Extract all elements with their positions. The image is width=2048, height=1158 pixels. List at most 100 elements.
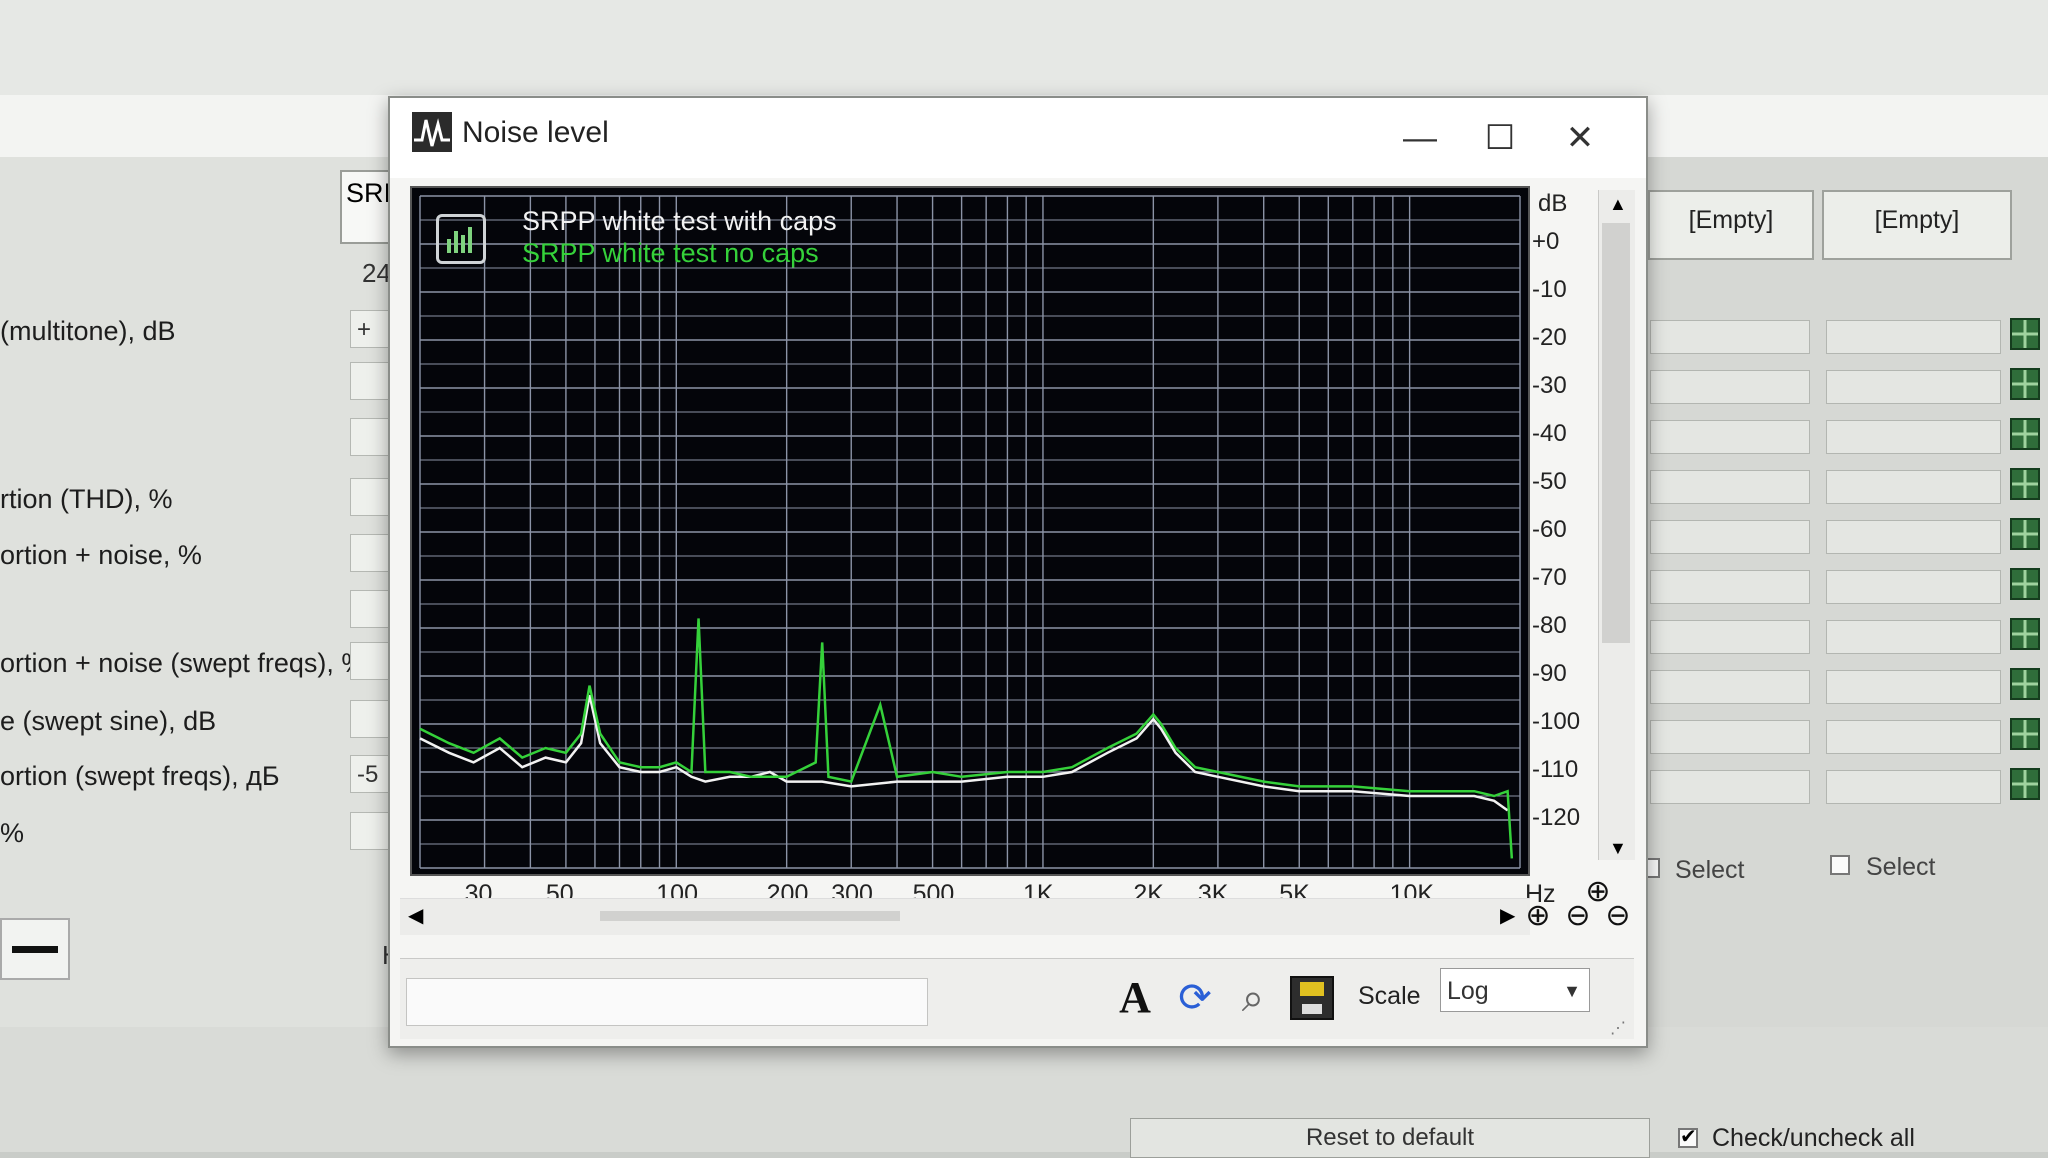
spectrum-legend-icon[interactable]: [436, 214, 486, 264]
check-all-checkbox[interactable]: ✔: [1678, 1126, 1698, 1148]
chevron-down-icon: ▼: [1563, 981, 1581, 1001]
y-tick-label: -90: [1532, 660, 1567, 687]
result-cell[interactable]: [1826, 720, 2001, 754]
scale-select-value: Log: [1447, 977, 1489, 1005]
y-tick-label: -60: [1532, 516, 1567, 543]
legend-series-2: SRPP white test no caps: [522, 238, 819, 268]
zoom-in-icon[interactable]: ⊕: [1520, 898, 1556, 934]
graph-button-icon[interactable]: [2010, 318, 2040, 350]
column-header-number: 24: [362, 258, 391, 288]
spectrum-plot[interactable]: SRPP white test with caps SRPP white tes…: [410, 186, 1530, 876]
result-cell[interactable]: [1650, 420, 1810, 454]
font-icon[interactable]: A: [1110, 973, 1160, 1023]
minimize-button[interactable]: —: [1390, 108, 1450, 168]
result-cell[interactable]: [1826, 420, 2001, 454]
y-axis-unit: dB: [1538, 190, 1568, 217]
waveform-icon: [412, 112, 452, 152]
y-tick-label: -120: [1532, 804, 1581, 831]
y-tick-label: -80: [1532, 612, 1567, 639]
result-cell[interactable]: [1650, 770, 1810, 804]
y-tick-label: +0: [1532, 228, 1560, 255]
result-cell[interactable]: [1826, 770, 2001, 804]
result-cell[interactable]: [1650, 470, 1810, 504]
scroll-up-icon[interactable]: ▲: [1609, 194, 1627, 215]
result-row-label: %: [0, 818, 25, 848]
checkmark-icon: ✔: [1680, 1126, 1697, 1148]
graph-button-icon[interactable]: [2010, 618, 2040, 650]
result-cell[interactable]: [1650, 670, 1810, 704]
save-icon[interactable]: [1290, 976, 1334, 1020]
scale-select[interactable]: Log ▼: [1440, 968, 1590, 1012]
result-row-label: ortion + noise, %: [0, 540, 202, 570]
vertical-scroll-thumb[interactable]: [1602, 223, 1630, 643]
y-tick-label: -110: [1532, 756, 1579, 783]
status-input[interactable]: [406, 978, 928, 1026]
spectrum-chart: [419, 195, 1521, 869]
scale-label: Scale: [1358, 982, 1421, 1010]
select-label-2: Select: [1866, 853, 1936, 881]
results-label-panel: [0, 157, 395, 1027]
y-tick-label: -40: [1532, 420, 1567, 447]
y-tick-label: -100: [1532, 708, 1581, 735]
result-cell[interactable]: [1650, 620, 1810, 654]
reset-to-default-button[interactable]: Reset to default: [1130, 1118, 1650, 1158]
result-cell[interactable]: [1826, 370, 2001, 404]
select-checkbox-2[interactable]: [1830, 855, 1850, 875]
result-cell[interactable]: [1826, 670, 2001, 704]
result-cell[interactable]: [1650, 520, 1810, 554]
result-row-label: (multitone), dB: [0, 316, 176, 346]
zoom-out-icon[interactable]: ⊖: [1560, 898, 1596, 934]
maximize-button[interactable]: ☐: [1470, 108, 1530, 168]
scroll-right-icon[interactable]: ▶: [1500, 903, 1515, 928]
result-cell[interactable]: [1650, 570, 1810, 604]
minus-icon: [12, 946, 58, 953]
y-tick-label: -70: [1532, 564, 1567, 591]
graph-button-icon[interactable]: [2010, 768, 2040, 800]
check-all-label: Check/uncheck all: [1712, 1124, 1915, 1152]
graph-button-icon[interactable]: [2010, 718, 2040, 750]
series-line-2: [419, 618, 1514, 859]
graph-button-icon[interactable]: [2010, 418, 2040, 450]
minus-button[interactable]: [0, 918, 70, 980]
result-cell[interactable]: [1826, 520, 2001, 554]
result-row-label: ortion + noise (swept freqs), %: [0, 648, 366, 678]
y-tick-label: -10: [1532, 276, 1567, 303]
y-tick-label: -20: [1532, 324, 1567, 351]
y-axis: dB +0 -10 -20 -30 -40 -50 -60 -70 -80 -90 -100 -110…: [1530, 186, 1600, 876]
column-header-empty-2[interactable]: [Empty]: [1822, 190, 2012, 260]
result-row-label: ortion (swept freqs), дБ: [0, 761, 280, 791]
result-cell[interactable]: [1650, 320, 1810, 354]
graph-button-icon[interactable]: [2010, 368, 2040, 400]
result-cell[interactable]: [1826, 570, 2001, 604]
graph-button-icon[interactable]: [2010, 468, 2040, 500]
bar-chart-icon: [447, 227, 472, 253]
result-cell[interactable]: [1826, 320, 2001, 354]
result-cell[interactable]: [1650, 370, 1810, 404]
noise-level-dialog: Noise level — ☐ ✕ SRPP white test with c…: [388, 96, 1648, 1048]
y-tick-label: -50: [1532, 468, 1567, 495]
column-header-empty-1[interactable]: [Empty]: [1648, 190, 1814, 260]
zoom-reset-icon[interactable]: ⊖: [1600, 898, 1636, 934]
result-cell[interactable]: [1650, 720, 1810, 754]
dialog-titlebar[interactable]: Noise level — ☐ ✕: [390, 98, 1646, 178]
resize-grip-icon[interactable]: ⋰: [1610, 1018, 1626, 1038]
y-tick-label: -30: [1532, 372, 1567, 399]
horizontal-scroll-thumb[interactable]: [600, 911, 900, 921]
close-button[interactable]: ✕: [1550, 108, 1610, 168]
refresh-icon[interactable]: ⟳: [1170, 973, 1220, 1023]
select-label-1: Select: [1675, 856, 1745, 884]
dialog-title: Noise level: [462, 116, 609, 149]
result-row-label: rtion (THD), %: [0, 484, 173, 514]
graph-button-icon[interactable]: [2010, 568, 2040, 600]
search-icon[interactable]: ⌕: [1228, 973, 1278, 1023]
series-line-1: [419, 694, 1509, 812]
result-row-label: e (swept sine), dB: [0, 706, 217, 736]
result-cell[interactable]: [1826, 470, 2001, 504]
graph-button-icon[interactable]: [2010, 518, 2040, 550]
result-cell[interactable]: [1826, 620, 2001, 654]
horizontal-scrollbar[interactable]: ◀ ▶: [400, 898, 1530, 935]
graph-button-icon[interactable]: [2010, 668, 2040, 700]
scroll-down-icon[interactable]: ▼: [1609, 838, 1627, 859]
background-window-top: [0, 0, 2048, 95]
scroll-left-icon[interactable]: ◀: [408, 903, 423, 928]
